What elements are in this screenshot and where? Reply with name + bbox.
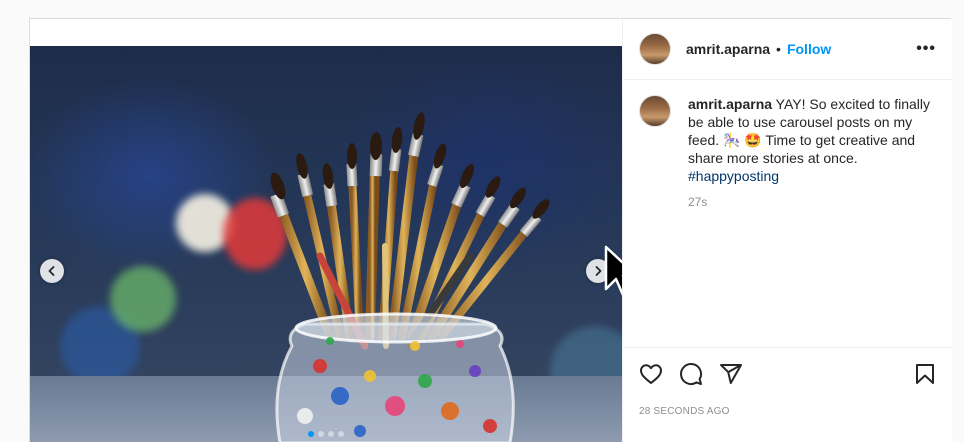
- share-icon[interactable]: [719, 362, 743, 386]
- caption-comment: amrit.aparna YAY! So excited to finally …: [639, 95, 937, 211]
- comments-section: amrit.aparna YAY! So excited to finally …: [623, 81, 953, 347]
- carousel-dot: [318, 431, 324, 437]
- bookmark-icon[interactable]: [913, 362, 937, 386]
- comment-icon[interactable]: [679, 362, 703, 386]
- author-username-link[interactable]: amrit.aparna: [686, 41, 770, 57]
- post-side-panel: amrit.aparna • Follow ••• amrit.aparna Y…: [622, 19, 953, 442]
- chevron-right-icon: [595, 266, 602, 276]
- more-options-icon[interactable]: •••: [916, 40, 936, 58]
- header-separator: •: [776, 41, 781, 57]
- follow-button[interactable]: Follow: [787, 41, 831, 57]
- carousel-dot: [328, 431, 334, 437]
- caption-body: amrit.aparna YAY! So excited to finally …: [688, 95, 933, 211]
- caption-relative-time[interactable]: 27s: [688, 193, 933, 211]
- chevron-left-icon: [48, 266, 55, 276]
- carousel-indicator: [30, 431, 622, 437]
- carousel-next-button[interactable]: [586, 259, 610, 283]
- avatar[interactable]: [639, 33, 671, 65]
- post-media-carousel[interactable]: [30, 46, 622, 442]
- post-header: amrit.aparna • Follow •••: [623, 19, 952, 80]
- carousel-dot: [308, 431, 314, 437]
- carousel-prev-button[interactable]: [40, 259, 64, 283]
- heart-icon[interactable]: [639, 362, 663, 386]
- post-actions: 28 SECONDS AGO: [623, 347, 953, 442]
- action-bar: [639, 348, 937, 400]
- post-timestamp[interactable]: 28 SECONDS AGO: [639, 406, 937, 417]
- hashtag-link[interactable]: #happyposting: [688, 168, 779, 184]
- paint-brushes-photo: [270, 112, 550, 442]
- caption-username-link[interactable]: amrit.aparna: [688, 96, 772, 112]
- post-card: amrit.aparna • Follow ••• amrit.aparna Y…: [29, 18, 953, 442]
- carousel-dot: [338, 431, 344, 437]
- avatar[interactable]: [639, 95, 671, 127]
